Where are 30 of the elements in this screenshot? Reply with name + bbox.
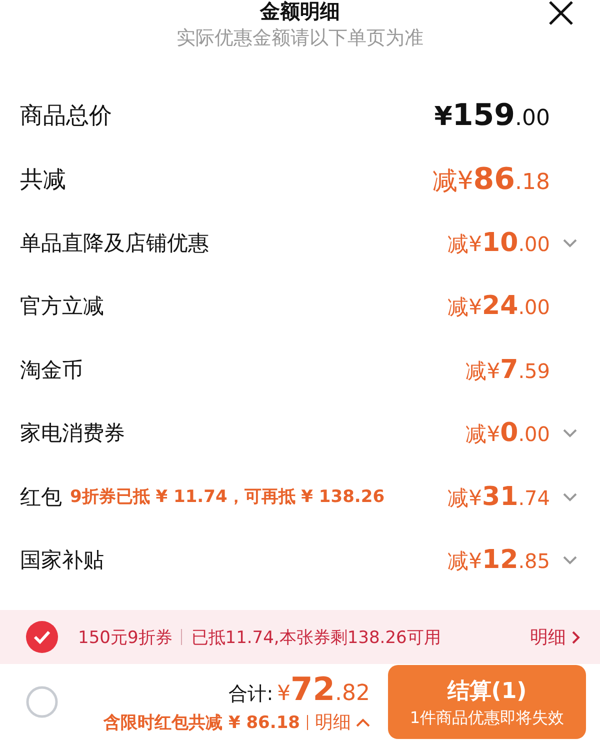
amount-text: 减¥31.74 (448, 482, 550, 512)
sheet-title: 金额明细 (260, 0, 340, 22)
close-icon[interactable] (548, 0, 574, 26)
total-label: 合计: (228, 682, 274, 707)
row-label: 家电消费券 (20, 420, 125, 448)
row-label: 共减 (20, 166, 66, 195)
row-label: 官方立减 (20, 293, 104, 320)
amount-text: 减¥10.00 (448, 228, 550, 258)
amount-text: 减¥0.00 (466, 418, 550, 448)
chevron-up-icon (356, 718, 370, 726)
amount-text: ¥159.00 (434, 98, 550, 134)
amount-text: 减¥12.85 (448, 545, 550, 576)
subtitle-text: 实际优惠金额请以下单页为准 (176, 26, 424, 50)
coupon-detail: 已抵11.74,本张券剩138.26可用 (191, 626, 441, 648)
coupon-name: 150元9折券 (78, 626, 172, 648)
checkout-button[interactable]: 结算(1) 1件商品优惠即将失效 (388, 665, 586, 739)
chevron-right-icon (572, 630, 580, 644)
amount-text: 减¥24.00 (448, 291, 550, 322)
row-label: 淘金币 (20, 356, 83, 384)
amount-text: 减¥86.18 (432, 162, 550, 197)
amount-text: 减¥7.59 (466, 354, 550, 385)
row-label: 单品直降及店铺优惠 (20, 230, 209, 257)
row-label: 商品总价 (20, 102, 112, 132)
coupon-note: 9折券已抵 ¥ 11.74，可再抵 ¥ 138.26 (70, 486, 385, 508)
details-link[interactable]: 明细 (315, 710, 370, 734)
row-label: 国家补贴 (20, 547, 104, 574)
saving-text: 含限时红包共减 ¥ 86.18 (104, 712, 300, 734)
details-link[interactable]: 明细 (530, 625, 580, 649)
total-amount: ¥72.82 (277, 670, 370, 708)
row-label: 红包 (20, 484, 62, 511)
